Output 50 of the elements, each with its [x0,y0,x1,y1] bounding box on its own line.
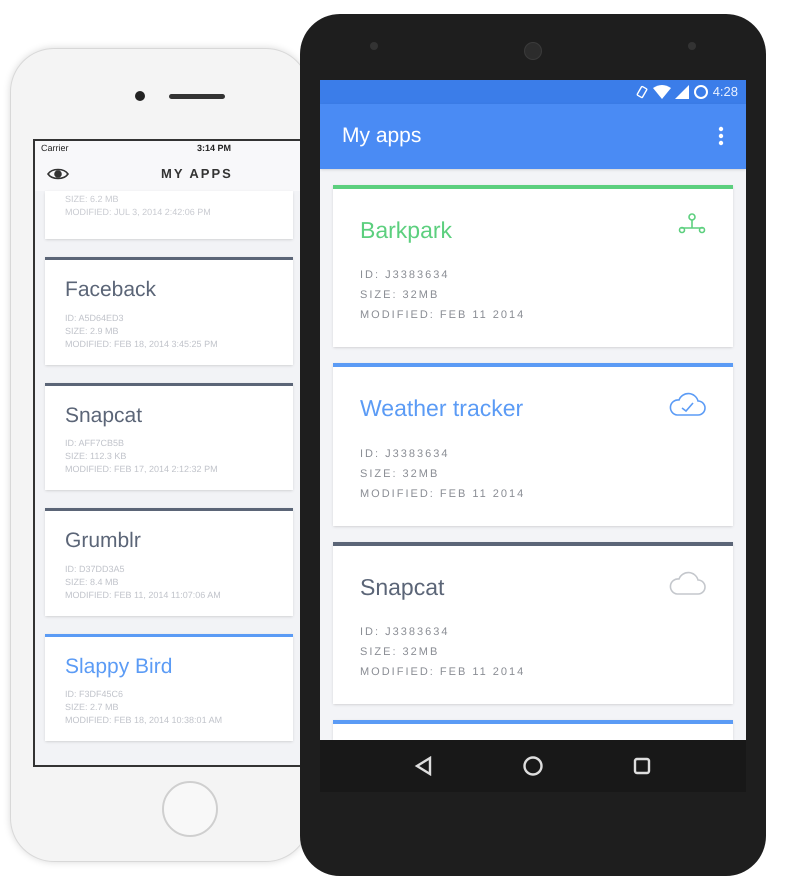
app-card[interactable]: Snapcat ID: J3383634 SIZE: 32MB MODIFIED: FEB 11 2014 [333,542,733,704]
app-card[interactable]: Barkpark ID: J3383634 SIZE: 32MB MODIFIED: FEB 11 2014 [333,184,733,347]
app-detail: MODIFIED: FEB 11 2014 [360,308,526,323]
screen-title: MY APPS [161,165,233,184]
app-detail: ID: D37DD3A5 [65,562,126,576]
status-time: 4:28 [712,83,738,102]
app-detail: MODIFIED: FEB 11, 2014 11:07:06 AM [65,588,222,602]
app-name: Faceback [65,277,158,303]
wifi-icon [652,84,671,99]
home-icon[interactable] [522,755,544,777]
app-detail: MODIFIED: FEB 17, 2014 2:12:32 PM [65,463,219,476]
app-detail: MODIFIED: FEB 18, 2014 10:38:01 AM [65,714,224,727]
app-name: Snapcat [65,402,144,428]
app-detail: ID: J3383634 [360,625,450,640]
app-detail: ID: A5D64ED3 [65,312,125,324]
back-icon[interactable] [414,756,434,776]
app-detail: SIZE: 32MB [360,288,440,303]
app-detail: SIZE: 2.7 MB [65,701,120,714]
front-camera [524,42,542,60]
app-name: Grumblr [65,528,142,554]
carrier-label: Carrier [41,142,69,156]
app-detail: SIZE: 32MB [360,645,440,660]
app-name: Slappy Bird [65,654,174,680]
app-detail: SIZE: 8.4 MB [65,576,120,588]
signal-icon [674,84,689,99]
app-detail: MODIFIED: FEB 18, 2014 3:45:25 PM [65,338,219,350]
app-card[interactable]: Weather tracker ID: J3383634 SIZE: 32MB MODIFIED: FEB 11 2014 [333,363,733,526]
app-card[interactable]: Snapcat ID: AFF7CB5B SIZE: 112.3 KB MODIFIED: FEB 17, 2014 2:12:32 PM [45,382,293,490]
app-bar-title: My apps [342,123,422,150]
app-detail: ID: J3383634 [360,268,450,283]
app-detail: ID: J3383634 [360,446,450,462]
app-detail: MODIFIED: FEB 11 2014 [360,486,526,502]
app-name: Barkpark [360,216,452,245]
app-detail: MODIFIED: FEB 11 2014 [360,665,526,680]
rotate-icon [634,84,649,99]
app-name: Weather tracker [360,394,524,423]
app-card[interactable] [333,720,733,740]
app-detail: ID: F3DF45C6 [65,688,124,701]
app-name: Snapcat [360,572,444,602]
app-detail: SIZE: 32MB [360,466,440,482]
recents-icon[interactable] [632,756,652,776]
overflow-menu-icon[interactable] [718,126,724,146]
app-detail: SIZE: 112.3 KB [65,450,128,463]
app-detail: SIZE: 2.9 MB [65,324,120,338]
status-time: 3:14 PM [196,142,231,156]
app-card[interactable]: Faceback ID: A5D64ED3 SIZE: 2.9 MB MODIFIED: FEB 18, 2014 3:45:25 PM [45,257,293,364]
app-card[interactable]: Grumblr ID: D37DD3A5 SIZE: 8.4 MB MODIFIED: FEB 11, 2014 11:07:06 AM [45,508,293,616]
app-detail: ID: AFF7CB5B [65,437,126,450]
eye-icon[interactable] [47,167,69,181]
speaker-slot [169,94,225,98]
